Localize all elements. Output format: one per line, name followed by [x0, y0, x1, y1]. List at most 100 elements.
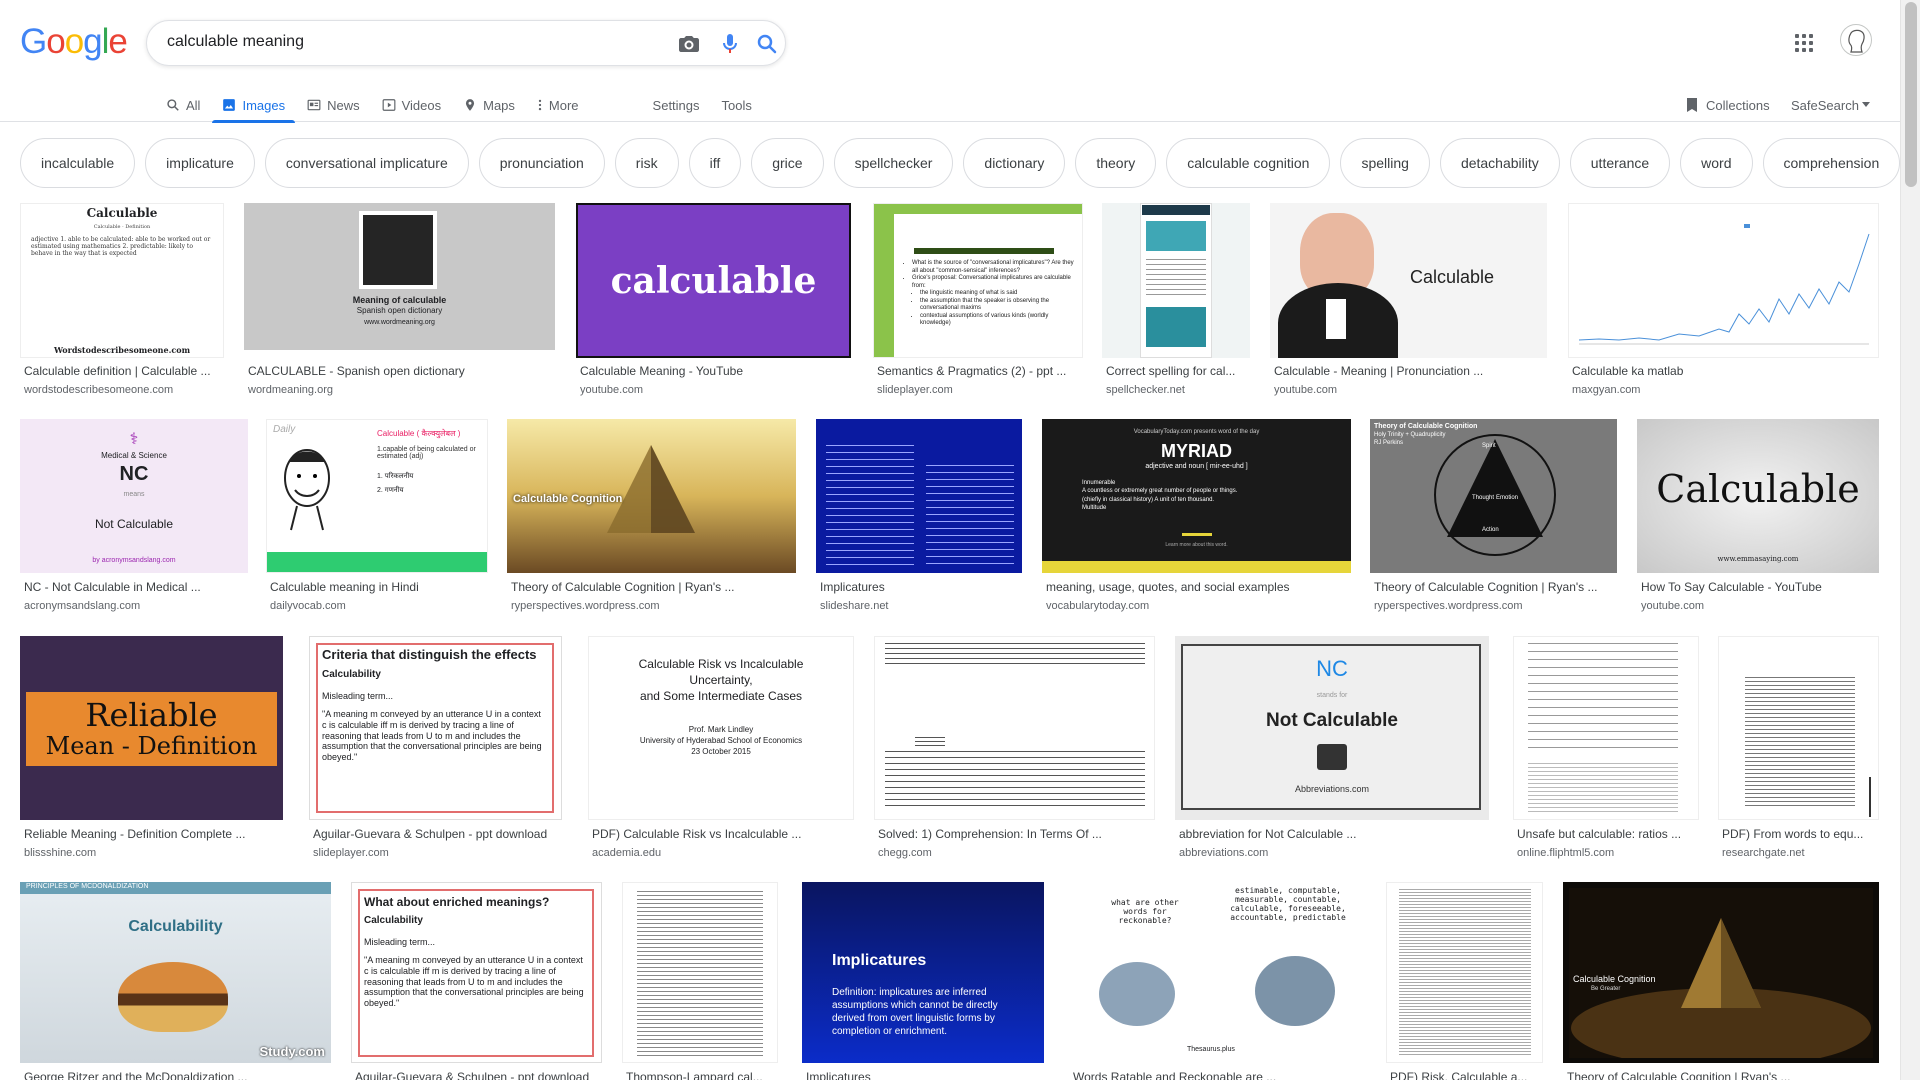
result-thumbnail[interactable]: Daily Calculable ( कैल्क्युलेबल ) 1.capa…: [266, 419, 488, 573]
result-thumbnail[interactable]: Theory of Calculable Cognition Holy Trin…: [1370, 419, 1617, 573]
image-result[interactable]: What about enriched meanings? Calculabil…: [351, 882, 602, 1080]
chip-detachability[interactable]: detachability: [1439, 138, 1560, 188]
image-result[interactable]: Calculable www.emmasaying.com How To Say…: [1637, 419, 1879, 619]
chip-spelling[interactable]: spelling: [1340, 138, 1430, 188]
image-result[interactable]: PRINCIPLES OF MCDONALDIZATION Calculabil…: [20, 882, 331, 1080]
result-title[interactable]: Calculable - Meaning | Pronunciation ...: [1274, 364, 1546, 378]
chip-calculable-cognition[interactable]: calculable cognition: [1166, 138, 1331, 188]
result-title[interactable]: meaning, usage, quotes, and social examp…: [1046, 580, 1351, 594]
result-thumbnail[interactable]: PRINCIPLES OF MCDONALDIZATION Calculabil…: [20, 882, 331, 1063]
image-result[interactable]: Daily Calculable ( कैल्क्युलेबल ) 1.capa…: [266, 419, 488, 619]
image-result[interactable]: Calculable Cognition Be Greater Theory o…: [1563, 882, 1879, 1080]
result-title[interactable]: Solved: 1) Comprehension: In Terms Of ..…: [878, 827, 1154, 841]
image-result[interactable]: What is the source of "conversational im…: [873, 203, 1083, 403]
result-title[interactable]: Theory of Calculable Cognition | Ryan's …: [1567, 1070, 1879, 1080]
tab-news[interactable]: News: [307, 88, 360, 122]
result-title[interactable]: abbreviation for Not Calculable ...: [1179, 827, 1489, 841]
result-thumbnail[interactable]: Reliable Mean - Definition: [20, 636, 283, 820]
image-result[interactable]: Calculable ka matlab maxgyan.com: [1568, 203, 1879, 403]
search-icon[interactable]: [755, 32, 779, 56]
chip-utterance[interactable]: utterance: [1569, 138, 1671, 188]
result-title[interactable]: Implicatures: [820, 580, 1022, 594]
tools-link[interactable]: Tools: [722, 88, 752, 122]
result-title[interactable]: Calculable Meaning - YouTube: [580, 364, 850, 378]
result-thumbnail[interactable]: what are other words for reckonable? est…: [1069, 882, 1367, 1063]
chip-grice[interactable]: grice: [751, 138, 824, 188]
scrollbar[interactable]: [1900, 0, 1920, 1080]
result-title[interactable]: PDF) Calculable Risk vs Incalculable ...: [592, 827, 854, 841]
tab-videos[interactable]: Videos: [382, 88, 441, 122]
result-title[interactable]: CALCULABLE - Spanish open dictionary: [248, 364, 548, 378]
result-title[interactable]: NC - Not Calculable in Medical ...: [24, 580, 248, 594]
result-thumbnail[interactable]: [1513, 636, 1699, 820]
result-title[interactable]: Calculable definition | Calculable ...: [24, 364, 224, 378]
image-result[interactable]: Reliable Mean - Definition Reliable Mean…: [20, 636, 283, 866]
result-thumbnail[interactable]: [816, 419, 1022, 573]
settings-link[interactable]: Settings: [653, 88, 700, 122]
image-result[interactable]: Thompson-Lampard cal...: [622, 882, 778, 1080]
image-result[interactable]: ⚕ Medical & Science NC means Not Calcula…: [20, 419, 248, 619]
result-title[interactable]: Thompson-Lampard cal...: [626, 1070, 778, 1080]
result-thumbnail[interactable]: [1102, 203, 1250, 358]
result-title[interactable]: Correct spelling for cal...: [1106, 364, 1251, 378]
result-thumbnail[interactable]: [1568, 203, 1879, 358]
chip-iff[interactable]: iff: [688, 138, 742, 188]
google-logo[interactable]: Google: [20, 22, 128, 62]
image-result[interactable]: Solved: 1) Comprehension: In Terms Of ..…: [874, 636, 1155, 866]
result-thumbnail[interactable]: NC stands for Not Calculable Abbreviatio…: [1175, 636, 1489, 820]
result-title[interactable]: Words Ratable and Reckonable are ...: [1073, 1070, 1367, 1080]
scrollbar-thumb[interactable]: [1905, 2, 1917, 187]
chip-implicature[interactable]: implicature: [145, 138, 255, 188]
result-title[interactable]: PDF) From words to equ...: [1722, 827, 1880, 841]
result-thumbnail[interactable]: What is the source of "conversational im…: [873, 203, 1083, 358]
image-result[interactable]: Meaning of calculable Spanish open dicti…: [244, 203, 555, 403]
result-title[interactable]: Theory of Calculable Cognition | Ryan's …: [511, 580, 795, 594]
result-thumbnail[interactable]: [1718, 636, 1879, 820]
result-title[interactable]: Implicatures: [806, 1070, 1044, 1080]
image-result[interactable]: PDF) From words to equ... researchgate.n…: [1718, 636, 1879, 866]
result-title[interactable]: PDF) Risk, Calculable a...: [1390, 1070, 1543, 1080]
result-thumbnail[interactable]: [622, 882, 778, 1063]
image-result[interactable]: Criteria that distinguish the effects Ca…: [309, 636, 562, 866]
image-result[interactable]: Implicatures Definition: implicatures ar…: [802, 882, 1044, 1080]
image-result[interactable]: Calculable Calculable · Definition adjec…: [20, 203, 224, 403]
search-box[interactable]: [146, 20, 786, 66]
chip-comprehension[interactable]: comprehension: [1762, 138, 1900, 188]
result-thumbnail[interactable]: Calculable www.emmasaying.com: [1637, 419, 1879, 573]
result-thumbnail[interactable]: Calculable Cognition Be Greater: [1563, 882, 1879, 1063]
chip-theory[interactable]: theory: [1075, 138, 1157, 188]
result-title[interactable]: Aguilar-Guevara & Schulpen - ppt downloa…: [355, 1070, 603, 1080]
result-title[interactable]: Reliable Meaning - Definition Complete .…: [24, 827, 282, 841]
chip-dictionary[interactable]: dictionary: [963, 138, 1066, 188]
image-result[interactable]: Unsafe but calculable: ratios ... online…: [1513, 636, 1699, 866]
microphone-icon[interactable]: [718, 32, 742, 56]
chip-spellchecker[interactable]: spellchecker: [833, 138, 954, 188]
tab-images[interactable]: Images: [212, 88, 295, 123]
result-title[interactable]: Aguilar-Guevara & Schulpen - ppt downloa…: [313, 827, 561, 841]
result-thumbnail[interactable]: Calculable Calculable · Definition adjec…: [20, 203, 224, 358]
result-title[interactable]: Calculable ka matlab: [1572, 364, 1877, 378]
image-result[interactable]: Calculable Risk vs Incalculable Uncertai…: [588, 636, 854, 866]
safesearch-dropdown[interactable]: SafeSearch: [1791, 88, 1870, 122]
image-result[interactable]: NC stands for Not Calculable Abbreviatio…: [1175, 636, 1489, 866]
result-title[interactable]: Unsafe but calculable: ratios ...: [1517, 827, 1699, 841]
search-input[interactable]: [167, 33, 637, 51]
camera-icon[interactable]: [677, 32, 701, 56]
result-thumbnail[interactable]: Meaning of calculable Spanish open dicti…: [244, 203, 555, 350]
tab-more[interactable]: More: [537, 88, 579, 122]
result-title[interactable]: Calculable meaning in Hindi: [270, 580, 488, 594]
image-result[interactable]: Theory of Calculable Cognition Holy Trin…: [1370, 419, 1617, 619]
tab-maps[interactable]: Maps: [463, 88, 515, 122]
image-result[interactable]: VocabularyToday.com presents word of the…: [1042, 419, 1351, 619]
result-title[interactable]: Semantics & Pragmatics (2) - ppt ...: [877, 364, 1082, 378]
chip-word[interactable]: word: [1680, 138, 1753, 188]
result-thumbnail[interactable]: Calculable Cognition: [507, 419, 796, 573]
result-thumbnail[interactable]: Calculable Risk vs Incalculable Uncertai…: [588, 636, 854, 820]
image-result[interactable]: Calculable Calculable - Meaning | Pronun…: [1270, 203, 1547, 403]
result-thumbnail[interactable]: What about enriched meanings? Calculabil…: [351, 882, 602, 1063]
image-result[interactable]: Implicatures slideshare.net: [816, 419, 1022, 619]
result-title[interactable]: George Ritzer and the McDonaldization ..…: [24, 1070, 330, 1080]
result-title[interactable]: Theory of Calculable Cognition | Ryan's …: [1374, 580, 1617, 594]
chip-pronunciation[interactable]: pronunciation: [478, 138, 605, 188]
image-result[interactable]: PDF) Risk, Calculable a...: [1386, 882, 1543, 1080]
